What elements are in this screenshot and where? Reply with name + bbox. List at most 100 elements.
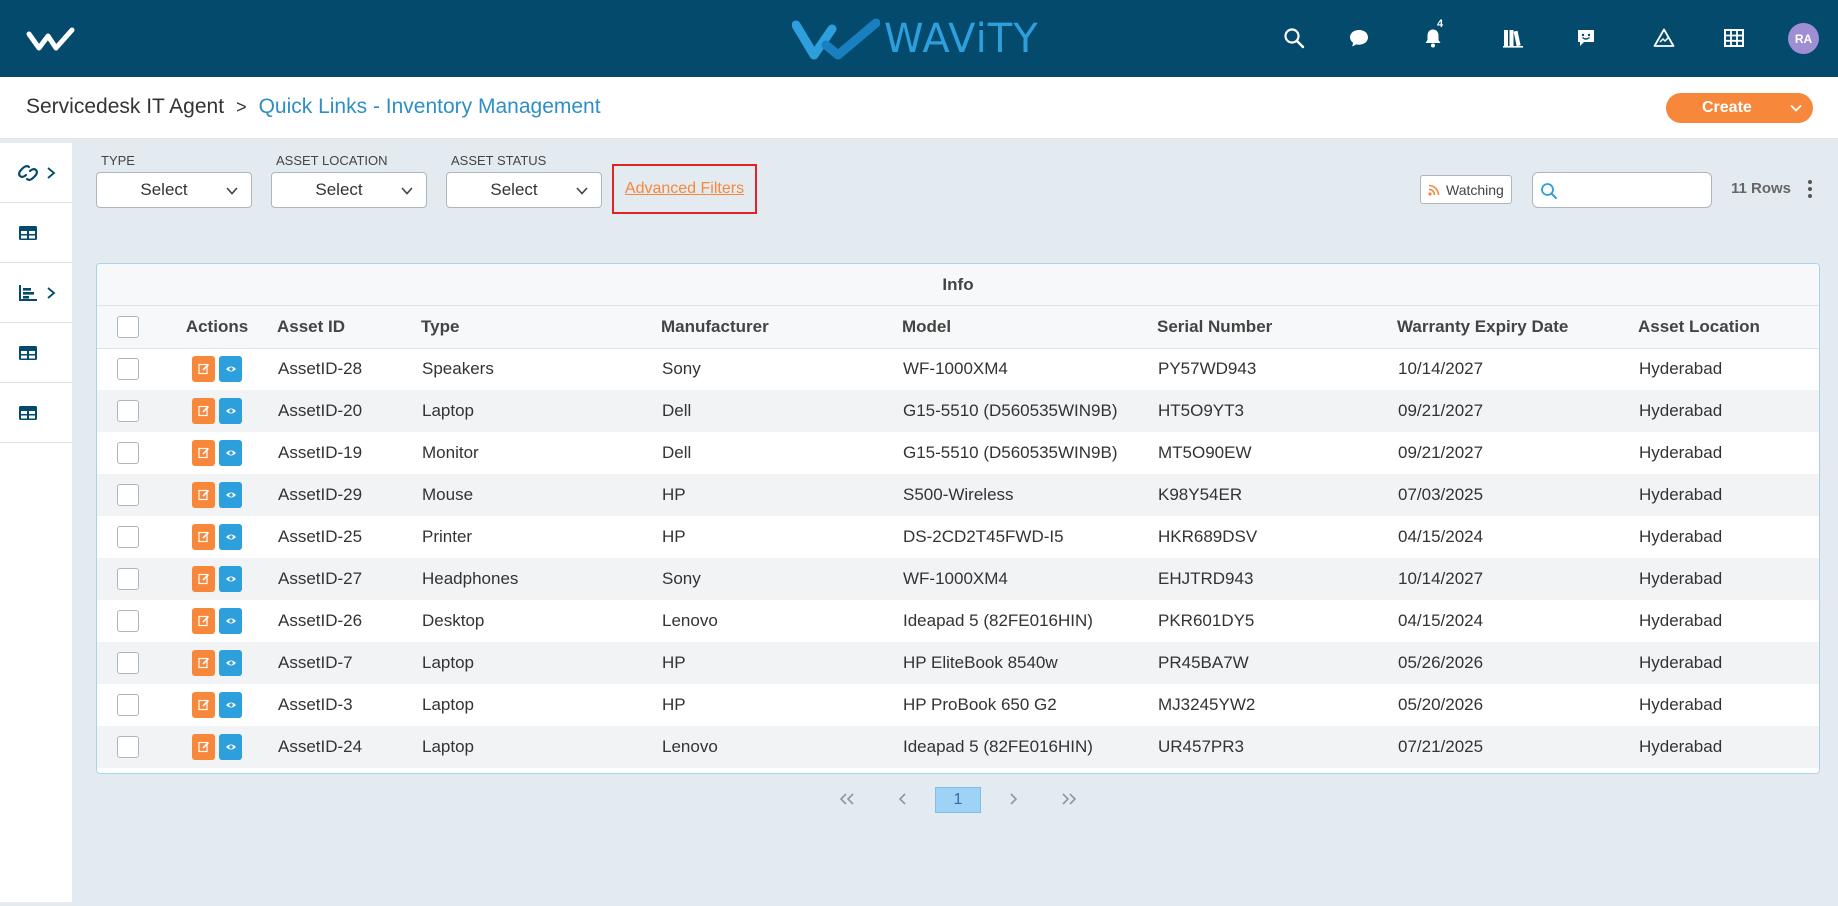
double-chevron-right-icon [1062, 793, 1077, 805]
edit-icon[interactable] [192, 398, 215, 424]
row-checkbox[interactable] [117, 400, 139, 422]
column-header-asset-id[interactable]: Asset ID [274, 306, 418, 349]
column-header-manufacturer[interactable]: Manufacturer [658, 306, 899, 349]
edit-icon[interactable] [192, 734, 215, 760]
table-header-row: Actions Asset ID Type Manufacturer Model… [97, 306, 1819, 349]
filter-status-select[interactable]: Select [446, 172, 602, 208]
cell-manufacturer: Dell [662, 443, 692, 462]
row-select-cell [97, 390, 160, 432]
cell-asset-id: AssetID-28 [278, 359, 363, 379]
view-icon[interactable] [219, 692, 242, 718]
column-header-asset-location[interactable]: Asset Location [1635, 306, 1819, 349]
row-actions-cell [160, 600, 274, 642]
table-row[interactable]: AssetID-24 Laptop Lenovo Ideapad 5 (82FE016… [97, 726, 1819, 768]
row-checkbox[interactable] [117, 736, 139, 758]
first-page-button[interactable] [834, 786, 860, 812]
sidebar-item-table-3[interactable] [0, 383, 72, 443]
chevron-down-icon[interactable] [1789, 101, 1803, 115]
edit-icon[interactable] [192, 608, 215, 634]
edit-icon[interactable] [192, 650, 215, 676]
edit-icon[interactable] [192, 524, 215, 550]
table-row[interactable]: AssetID-29 Mouse HP S500-Wireless K98Y54ER 07… [97, 474, 1819, 516]
filter-type-select[interactable]: Select [96, 172, 252, 208]
breadcrumb: Servicedesk IT Agent > Quick Links - Inv… [26, 95, 601, 119]
row-checkbox[interactable] [117, 526, 139, 548]
column-header-type[interactable]: Type [418, 306, 658, 349]
last-page-button[interactable] [1056, 786, 1082, 812]
edit-icon[interactable] [192, 692, 215, 718]
cell-model: S500-Wireless [899, 474, 1154, 516]
sidebar-item-reports[interactable] [0, 263, 72, 323]
table-row[interactable]: AssetID-26 Desktop Lenovo Ideapad 5 (82FE01… [97, 600, 1819, 642]
watching-button[interactable]: Watching [1420, 175, 1512, 204]
row-actions-cell [160, 726, 274, 768]
view-icon[interactable] [219, 482, 242, 508]
cell-serial-number: EHJTRD943 [1154, 558, 1394, 600]
table-row[interactable]: AssetID-7 Laptop HP HP EliteBook 8540w PR45B… [97, 642, 1819, 684]
cell-serial-number: HT5O9YT3 [1154, 390, 1394, 432]
page-number-current[interactable]: 1 [935, 787, 981, 813]
edit-icon[interactable] [192, 440, 215, 466]
row-checkbox[interactable] [117, 484, 139, 506]
next-page-button[interactable] [1003, 786, 1023, 812]
advanced-filters-link[interactable]: Advanced Filters [625, 180, 744, 198]
view-icon[interactable] [219, 440, 242, 466]
wavity-logo-icon[interactable] [26, 24, 76, 54]
table-row[interactable]: AssetID-25 Printer HP DS-2CD2T45FWD-I5 HKR68… [97, 516, 1819, 558]
view-icon[interactable] [219, 608, 242, 634]
sidebar-item-table-1[interactable] [0, 203, 72, 263]
more-options-icon[interactable] [1805, 177, 1815, 201]
view-icon[interactable] [219, 734, 242, 760]
column-header-actions[interactable]: Actions [160, 306, 274, 349]
cell-asset-location: Hyderabad [1635, 558, 1819, 600]
row-checkbox[interactable] [117, 358, 139, 381]
watching-label: Watching [1446, 181, 1504, 198]
row-checkbox[interactable] [117, 442, 139, 464]
cell-serial-number: PY57WD943 [1158, 359, 1257, 379]
chat-icon[interactable] [1343, 22, 1375, 54]
feedback-icon[interactable] [1570, 22, 1602, 54]
view-icon[interactable] [219, 398, 242, 424]
cell-asset-id: AssetID-24 [274, 726, 418, 768]
column-header-warranty-expiry-date[interactable]: Warranty Expiry Date [1394, 306, 1635, 349]
previous-page-button[interactable] [893, 786, 913, 812]
bell-icon[interactable]: 4 [1417, 18, 1449, 54]
table-row[interactable]: AssetID-27 Headphones Sony WF-1000XM4 EHJTRD… [97, 558, 1819, 600]
row-checkbox[interactable] [117, 568, 139, 590]
create-button[interactable]: Create [1666, 93, 1813, 123]
sidebar-item-table-2[interactable] [0, 323, 72, 383]
library-icon[interactable] [1497, 22, 1529, 54]
row-checkbox[interactable] [117, 652, 139, 674]
sidebar-item-quick-links[interactable] [0, 143, 72, 203]
search-input[interactable] [1563, 177, 1708, 203]
cell-asset-location: Hyderabad [1635, 390, 1819, 432]
chevron-down-icon [576, 187, 588, 195]
view-icon[interactable] [219, 566, 242, 592]
table-row[interactable]: AssetID-3 Laptop HP HP ProBook 650 G2 MJ3245… [97, 684, 1819, 726]
row-select-cell [97, 726, 160, 768]
row-checkbox[interactable] [117, 610, 139, 632]
table-row[interactable]: AssetID-19 Monitor Dell G15-5510 (D560535WI… [97, 432, 1819, 474]
row-checkbox[interactable] [117, 694, 139, 716]
breadcrumb-root[interactable]: Servicedesk IT Agent [26, 95, 224, 119]
column-header-serial-number[interactable]: Serial Number [1154, 306, 1394, 349]
cell-manufacturer: Sony [658, 558, 899, 600]
grid-icon[interactable] [1718, 22, 1750, 54]
edit-icon[interactable] [192, 356, 215, 383]
edit-icon[interactable] [192, 566, 215, 592]
alert-triangle-icon[interactable] [1648, 22, 1680, 54]
view-icon[interactable] [219, 524, 242, 550]
select-all-checkbox[interactable] [117, 315, 139, 338]
column-header-model[interactable]: Model [899, 306, 1154, 349]
user-avatar[interactable]: RA [1788, 23, 1819, 54]
table-row[interactable]: AssetID-20 Laptop Dell G15-5510 (D560535WIN… [97, 390, 1819, 432]
search-icon[interactable] [1278, 22, 1310, 54]
notification-count: 4 [1437, 18, 1444, 30]
cell-type: Laptop [418, 390, 658, 432]
edit-icon[interactable] [192, 482, 215, 508]
filter-location-select[interactable]: Select [271, 172, 427, 208]
breadcrumb-separator: > [236, 96, 247, 117]
table-row[interactable]: AssetID-28 Speakers Sony WF-1000XM4 PY57WD94… [97, 348, 1819, 390]
view-icon[interactable] [219, 650, 242, 676]
view-icon[interactable] [219, 356, 242, 383]
